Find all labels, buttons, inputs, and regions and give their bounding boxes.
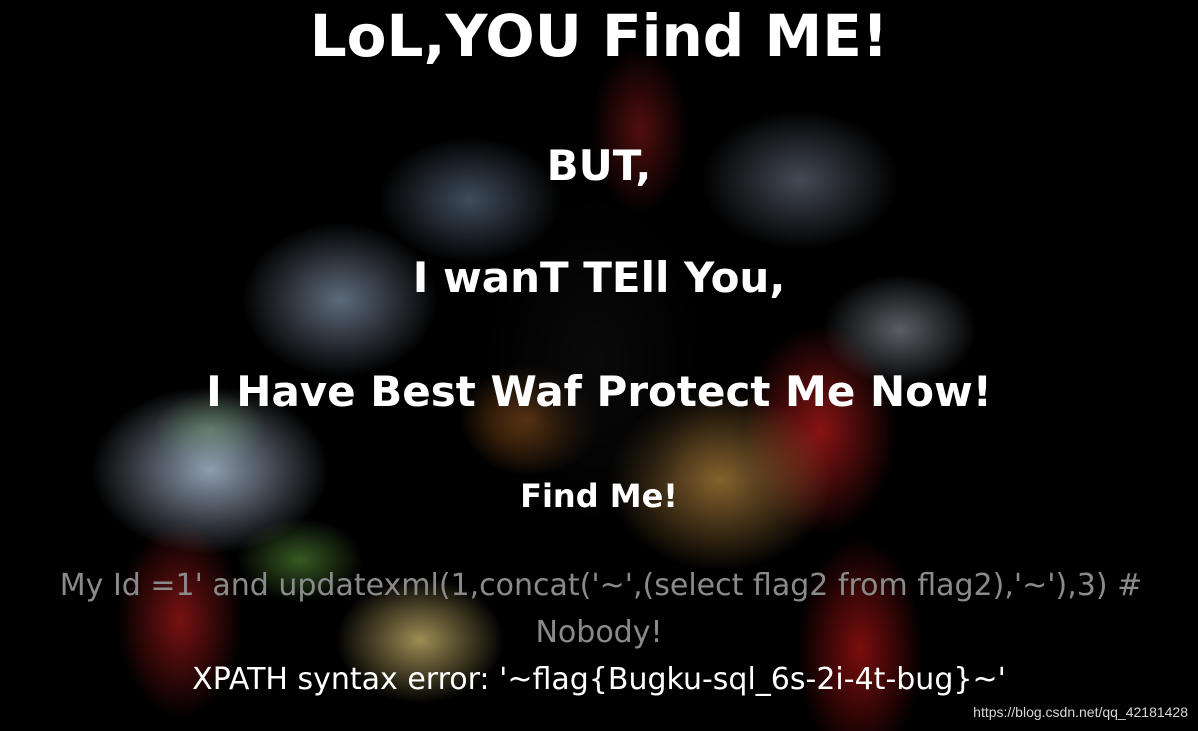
heading-waf: I Have Best Waf Protect Me Now!	[206, 367, 992, 416]
page-content: LoL,YOU Find ME! BUT, I wanT TEll You, I…	[0, 0, 1198, 731]
heading-tell: I wanT TEll You,	[412, 253, 786, 302]
xpath-error-message: XPATH syntax error: '~flag{Bugku-sql_6s-…	[192, 662, 1006, 697]
watermark: https://blog.csdn.net/qq_42181428	[973, 704, 1188, 720]
heading-find-me: Find Me!	[520, 477, 678, 515]
query-echo-text: My Id =1' and updatexml(1,concat('~',(se…	[59, 568, 1143, 603]
page-title: LoL,YOU Find ME!	[309, 2, 889, 70]
query-result-text: Nobody!	[535, 615, 663, 650]
heading-but: BUT,	[546, 141, 652, 190]
